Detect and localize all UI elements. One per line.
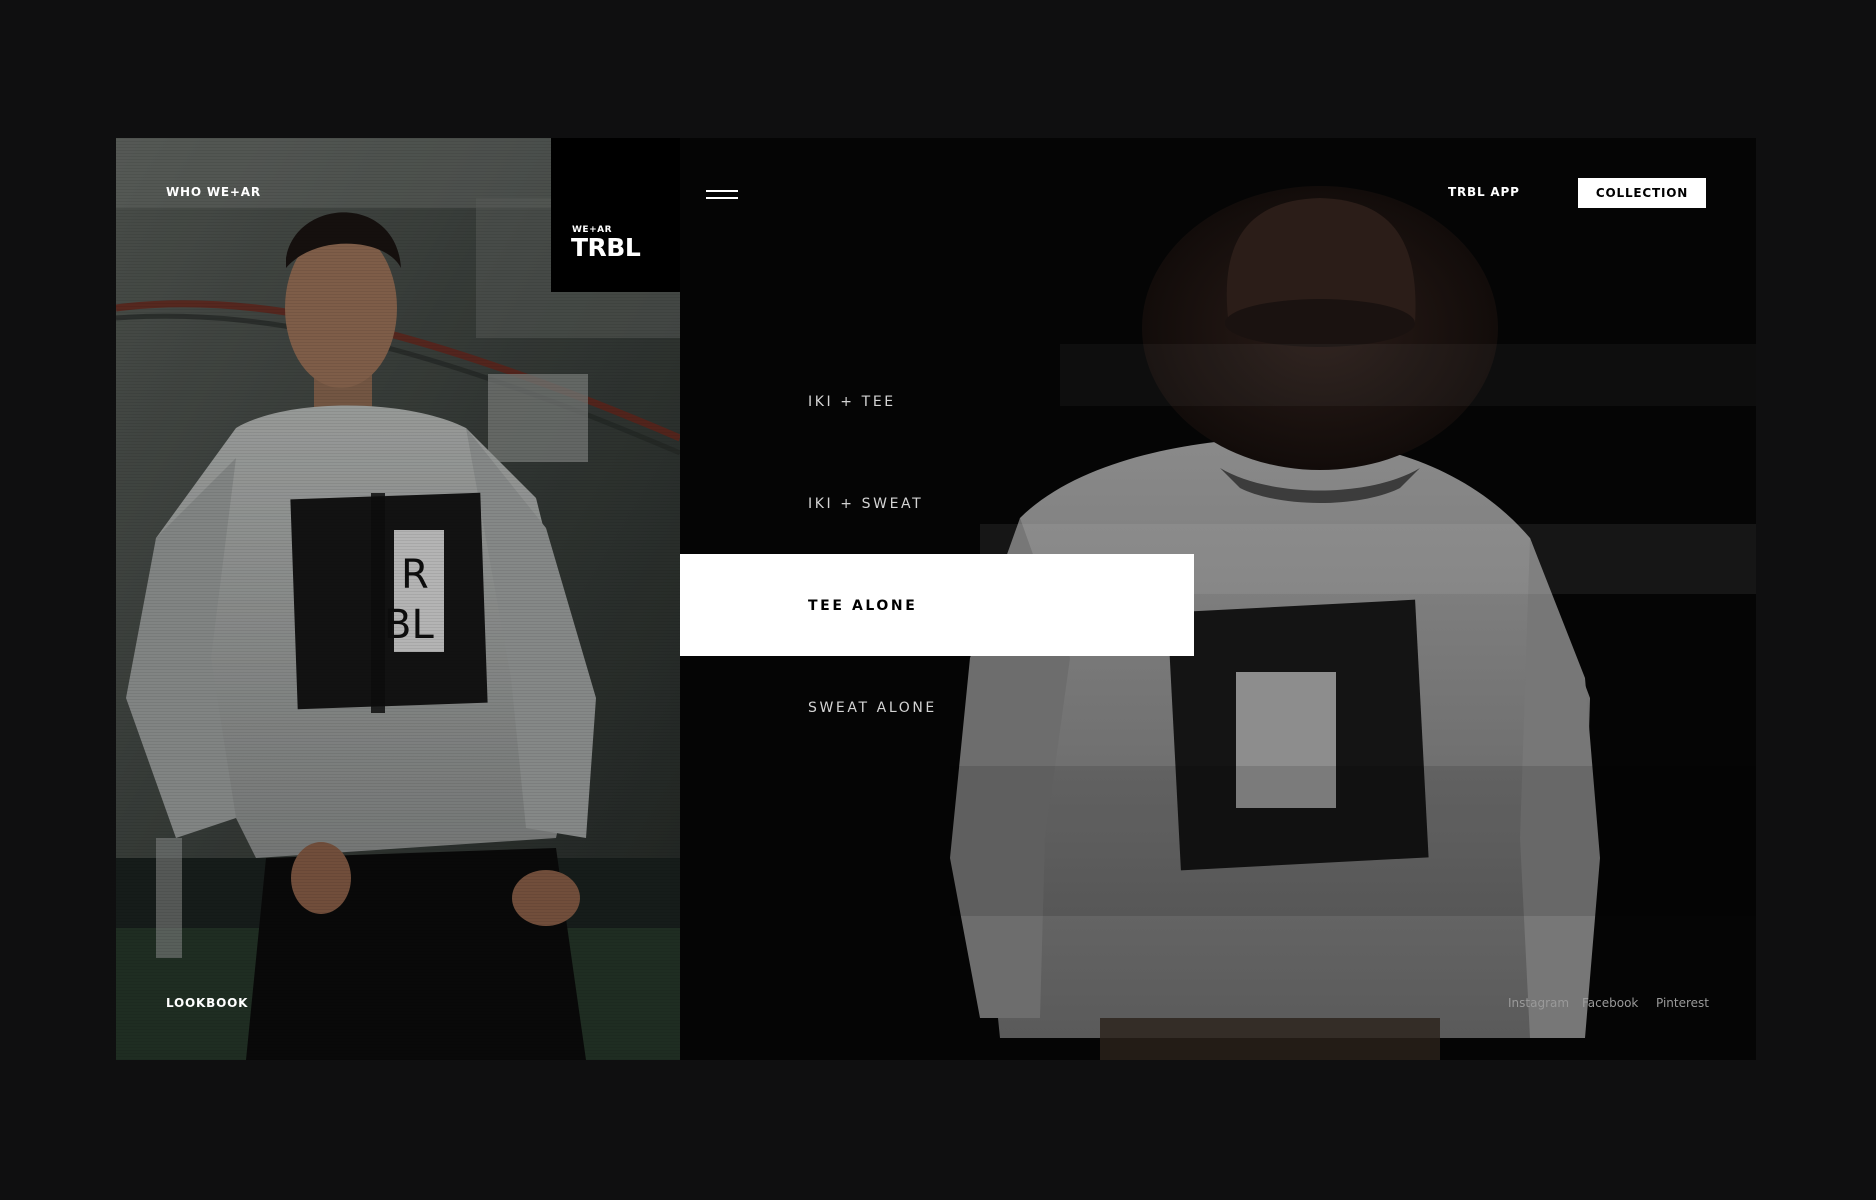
menu-item-sweat-alone[interactable]: SWEAT ALONE [680, 656, 1194, 758]
nav-lookbook-link[interactable]: LOOKBOOK [166, 996, 248, 1010]
menu-item-label: IKI + TEE [808, 394, 896, 410]
collection-button[interactable]: COLLECTION [1578, 178, 1706, 208]
menu-item-label: TEE ALONE [808, 598, 918, 614]
menu-item-iki-tee[interactable]: IKI + TEE [680, 350, 1194, 452]
menu-item-label: SWEAT ALONE [808, 700, 937, 716]
menu-item-tee-alone[interactable]: TEE ALONE [680, 554, 1194, 656]
hamburger-icon[interactable] [706, 188, 738, 202]
site-frame: R BL WE+AR TRBL WHO WE+AR TRBL APP COLLE… [116, 138, 1756, 1060]
facebook-link[interactable]: Facebook [1582, 996, 1638, 1010]
brand-logo[interactable]: WE+AR TRBL [551, 138, 680, 292]
logo-wordmark: TRBL [571, 233, 641, 262]
nav-trbl-app-link[interactable]: TRBL APP [1448, 185, 1520, 199]
menu-item-iki-sweat[interactable]: IKI + SWEAT [680, 452, 1194, 554]
nav-who-we-are-link[interactable]: WHO WE+AR [166, 185, 261, 199]
menu-item-label: IKI + SWEAT [808, 496, 924, 512]
pinterest-link[interactable]: Pinterest [1656, 996, 1709, 1010]
instagram-link[interactable]: Instagram [1508, 996, 1569, 1010]
